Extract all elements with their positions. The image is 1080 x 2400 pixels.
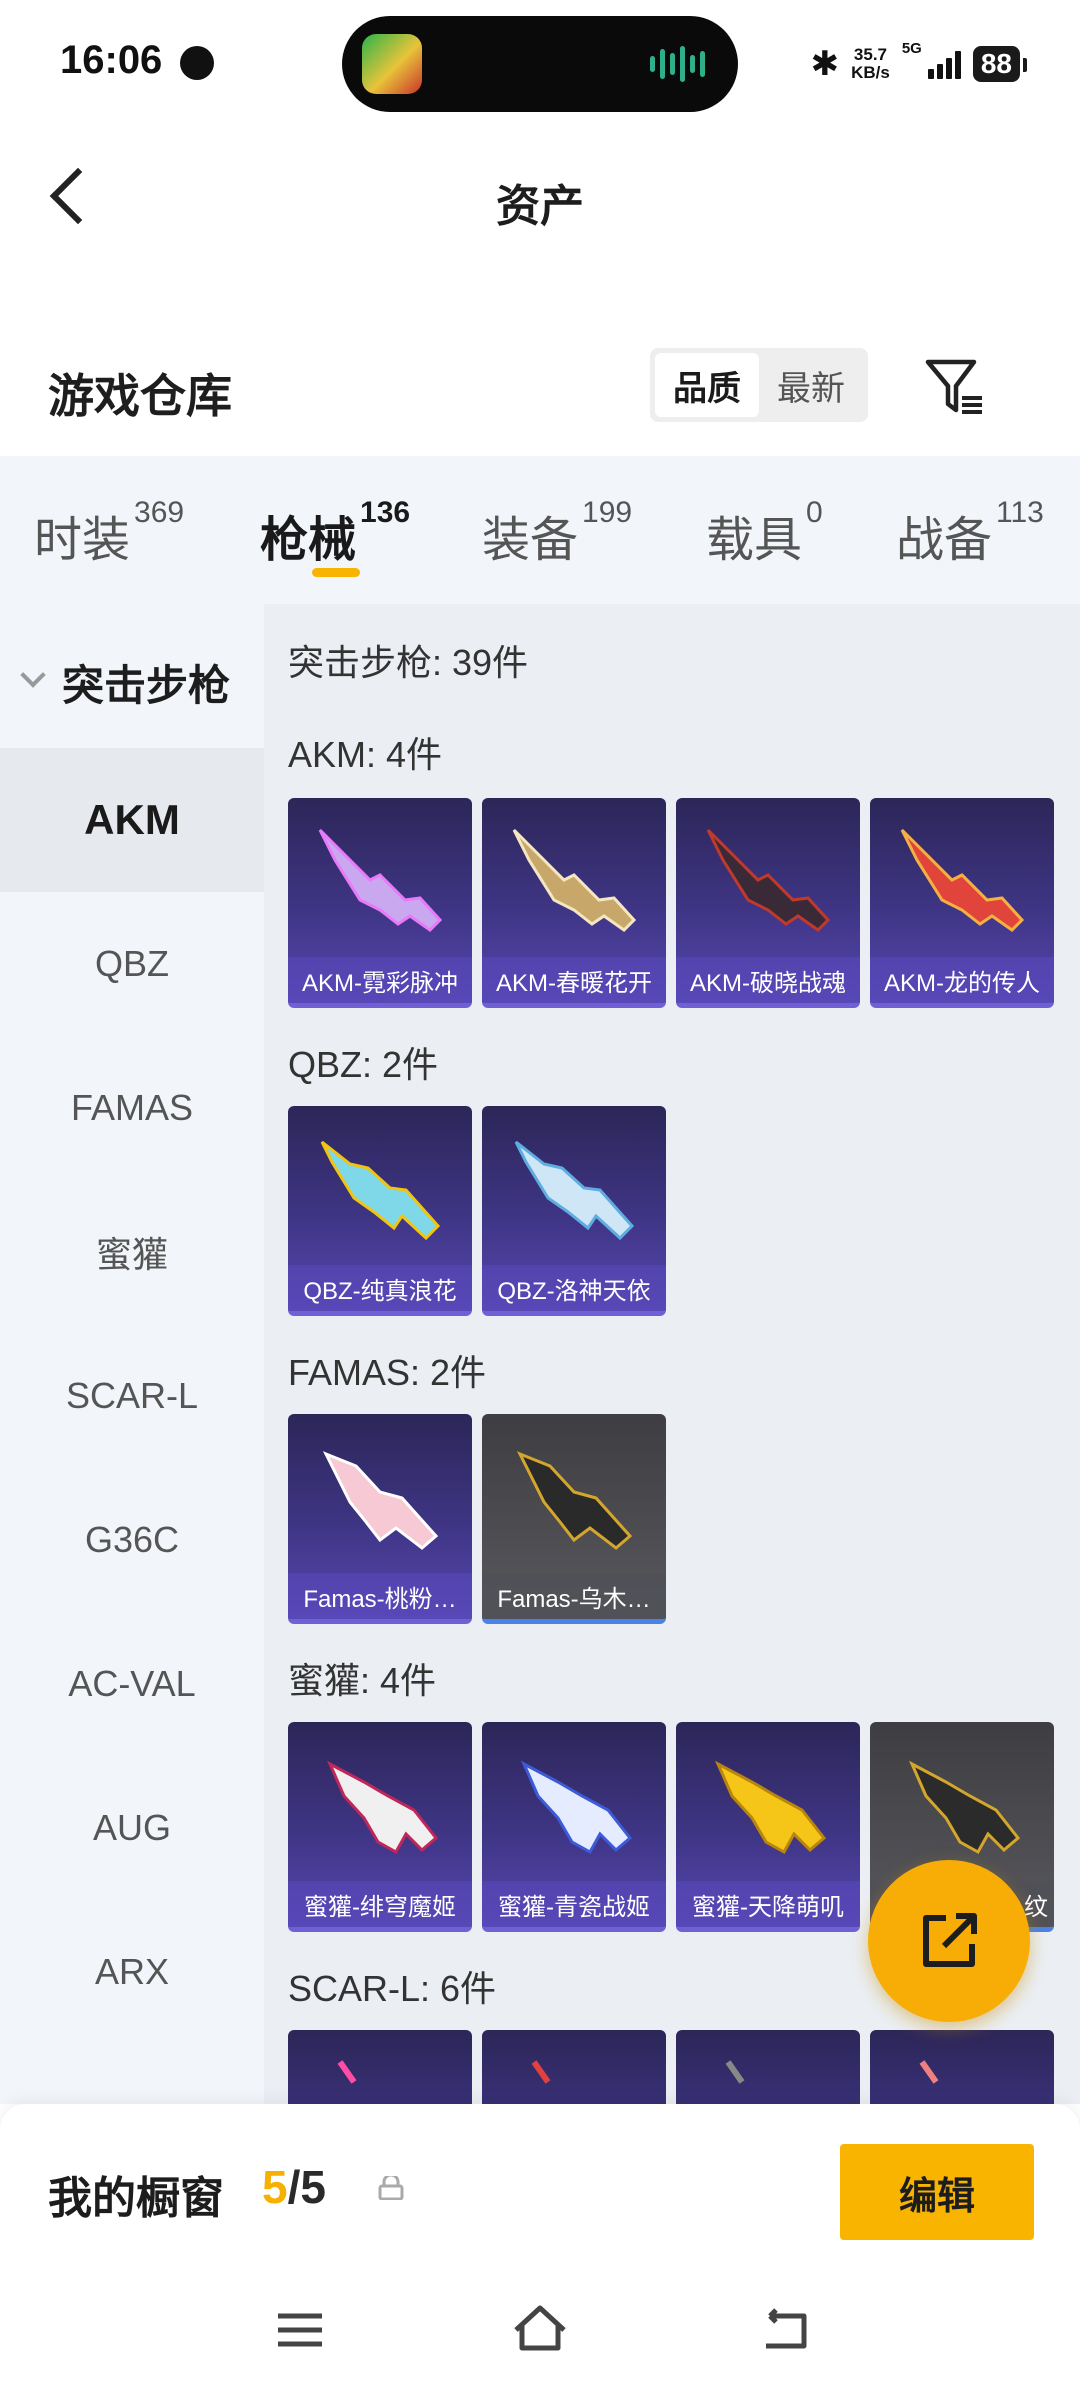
sidebar-item-famas[interactable]: FAMAS — [0, 1036, 264, 1180]
filter-button[interactable] — [920, 352, 990, 422]
weapon-card[interactable] — [482, 2030, 666, 2104]
tab-supplies[interactable]: 战备113 — [896, 496, 1044, 570]
smg-icon — [714, 1760, 827, 1855]
category-tabs: 时装369 枪械136 装备199 载具0 战备113 — [0, 456, 1080, 604]
rifle-icon — [919, 2060, 939, 2084]
bluetooth-icon: ✱ — [810, 45, 840, 83]
card-name: AKM-霓彩脉冲 — [288, 957, 472, 1003]
card-name: 蜜獾-天降萌叽 — [676, 1881, 860, 1927]
card-name: AKM-破晓战魂 — [676, 957, 860, 1003]
rifle-icon — [318, 828, 443, 932]
smg-icon — [908, 1760, 1021, 1855]
game-app-icon[interactable] — [362, 34, 422, 94]
weapon-card[interactable]: AKM-龙的传人 — [870, 798, 1054, 1008]
external-share-icon — [923, 1913, 977, 1967]
group-title: AKM: 4件 — [288, 734, 443, 775]
smg-icon — [326, 1760, 439, 1855]
card-name: AKM-春暖花开 — [482, 957, 666, 1003]
card-name: QBZ-洛神天依 — [482, 1265, 666, 1311]
sort-newest-option[interactable]: 最新 — [759, 353, 863, 417]
rifle-icon — [900, 828, 1025, 932]
tab-equipment[interactable]: 装备199 — [482, 496, 632, 570]
card-name: 蜜獾-绯穹魔姬 — [288, 1881, 472, 1927]
page-title: 资产 — [496, 182, 584, 231]
rifle-icon — [322, 1451, 439, 1550]
tab-fashion[interactable]: 时装369 — [34, 496, 184, 570]
network-type: 5G — [901, 40, 922, 57]
active-tab-indicator — [312, 568, 360, 577]
tab-firearms[interactable]: 枪械136 — [260, 496, 410, 570]
sidebar-item-akm[interactable]: AKM — [0, 748, 264, 892]
dynamic-island[interactable] — [342, 16, 738, 112]
sidebar-item-g36c[interactable]: G36C — [0, 1468, 264, 1612]
rifle-icon — [725, 2060, 745, 2084]
card-name: 蜜獾-青瓷战姬 — [482, 1881, 666, 1927]
signal-icon — [927, 49, 961, 79]
weapon-card[interactable]: AKM-霓彩脉冲 — [288, 798, 472, 1008]
battery-indicator: 88 — [972, 46, 1028, 82]
weapon-card[interactable]: 蜜獾-天降萌叽 — [676, 1722, 860, 1932]
card-name: Famas-桃粉… — [288, 1573, 472, 1619]
sidebar-item-scar-l[interactable]: SCAR-L — [0, 1324, 264, 1468]
menu-icon[interactable] — [270, 2300, 330, 2360]
rifle-icon — [337, 2060, 357, 2084]
rifle-icon — [516, 1451, 633, 1550]
edit-button[interactable]: 编辑 — [840, 2144, 1034, 2240]
share-fab-button[interactable] — [868, 1860, 1030, 2022]
weapon-card[interactable]: QBZ-纯真浪花 — [288, 1106, 472, 1316]
showcase-panel: 我的橱窗 5/5 编辑 — [0, 2104, 1080, 2400]
weapon-card[interactable]: 蜜獾-青瓷战姬 — [482, 1722, 666, 1932]
home-icon[interactable] — [510, 2300, 570, 2360]
status-bar: 16:06 ✱ 35.7 KB/s 5G 88 — [0, 0, 1080, 128]
tab-vehicles[interactable]: 载具0 — [706, 496, 823, 570]
sort-quality-option[interactable]: 品质 — [655, 353, 759, 417]
card-name: AKM-龙的传人 — [870, 957, 1054, 1003]
weapon-card[interactable]: 蜜獾-绯穹魔姬 — [288, 1722, 472, 1932]
status-icons: ✱ 35.7 KB/s 5G 88 — [810, 40, 1028, 88]
sidebar-item-aug[interactable]: AUG — [0, 1756, 264, 1900]
lock-icon — [378, 2176, 404, 2200]
sidebar-item-qbz[interactable]: QBZ — [0, 892, 264, 1036]
rifle-icon — [706, 828, 831, 932]
smg-icon — [520, 1760, 633, 1855]
weapon-card[interactable]: QBZ-洛神天依 — [482, 1106, 666, 1316]
rifle-icon — [514, 1140, 635, 1241]
showcase-label: 我的橱窗 — [48, 2174, 224, 2223]
rifle-icon — [512, 828, 637, 932]
sort-toggle: 品质 最新 — [650, 348, 868, 422]
sidebar-item-ac-val[interactable]: AC-VAL — [0, 1612, 264, 1756]
group-title: SCAR-L: 6件 — [288, 1968, 497, 2009]
card-name: QBZ-纯真浪花 — [288, 1265, 472, 1311]
rifle-icon — [320, 1140, 441, 1241]
weapon-card[interactable]: AKM-破晓战魂 — [676, 798, 860, 1008]
group-title: QBZ: 2件 — [288, 1044, 439, 1085]
weapon-sidebar[interactable]: 突击步枪 AKM QBZ FAMAS 蜜獾 SCAR-L G36C AC-VAL… — [0, 604, 264, 2104]
weapon-card[interactable]: Famas-桃粉… — [288, 1414, 472, 1624]
weapon-card[interactable] — [676, 2030, 860, 2104]
status-time: 16:06 — [60, 38, 163, 82]
group-title: 蜜獾: 4件 — [288, 1660, 437, 1701]
sidebar-category-header[interactable]: 突击步枪 — [0, 604, 264, 748]
weapon-card[interactable]: Famas-乌木… — [482, 1414, 666, 1624]
sidebar-item-arx[interactable]: ARX — [0, 1900, 264, 2044]
filter-list-icon — [925, 359, 982, 414]
weapon-card[interactable] — [870, 2030, 1054, 2104]
card-name: Famas-乌木… — [482, 1573, 666, 1619]
weapon-card[interactable] — [288, 2030, 472, 2104]
chevron-down-icon — [20, 662, 46, 688]
audio-wave-icon — [650, 46, 710, 82]
globe-icon — [180, 46, 214, 80]
rifle-icon — [531, 2060, 551, 2084]
net-speed: 35.7 KB/s — [851, 45, 890, 82]
category-count: 突击步枪: 39件 — [288, 642, 529, 683]
sidebar-item-honey-badger[interactable]: 蜜獾 — [0, 1180, 264, 1324]
section-title: 游戏仓库 — [48, 370, 232, 422]
back-arrow-icon[interactable] — [756, 2300, 816, 2360]
weapon-card[interactable]: AKM-春暖花开 — [482, 798, 666, 1008]
group-title: FAMAS: 2件 — [288, 1352, 487, 1393]
showcase-count: 5/5 — [262, 2161, 326, 2213]
